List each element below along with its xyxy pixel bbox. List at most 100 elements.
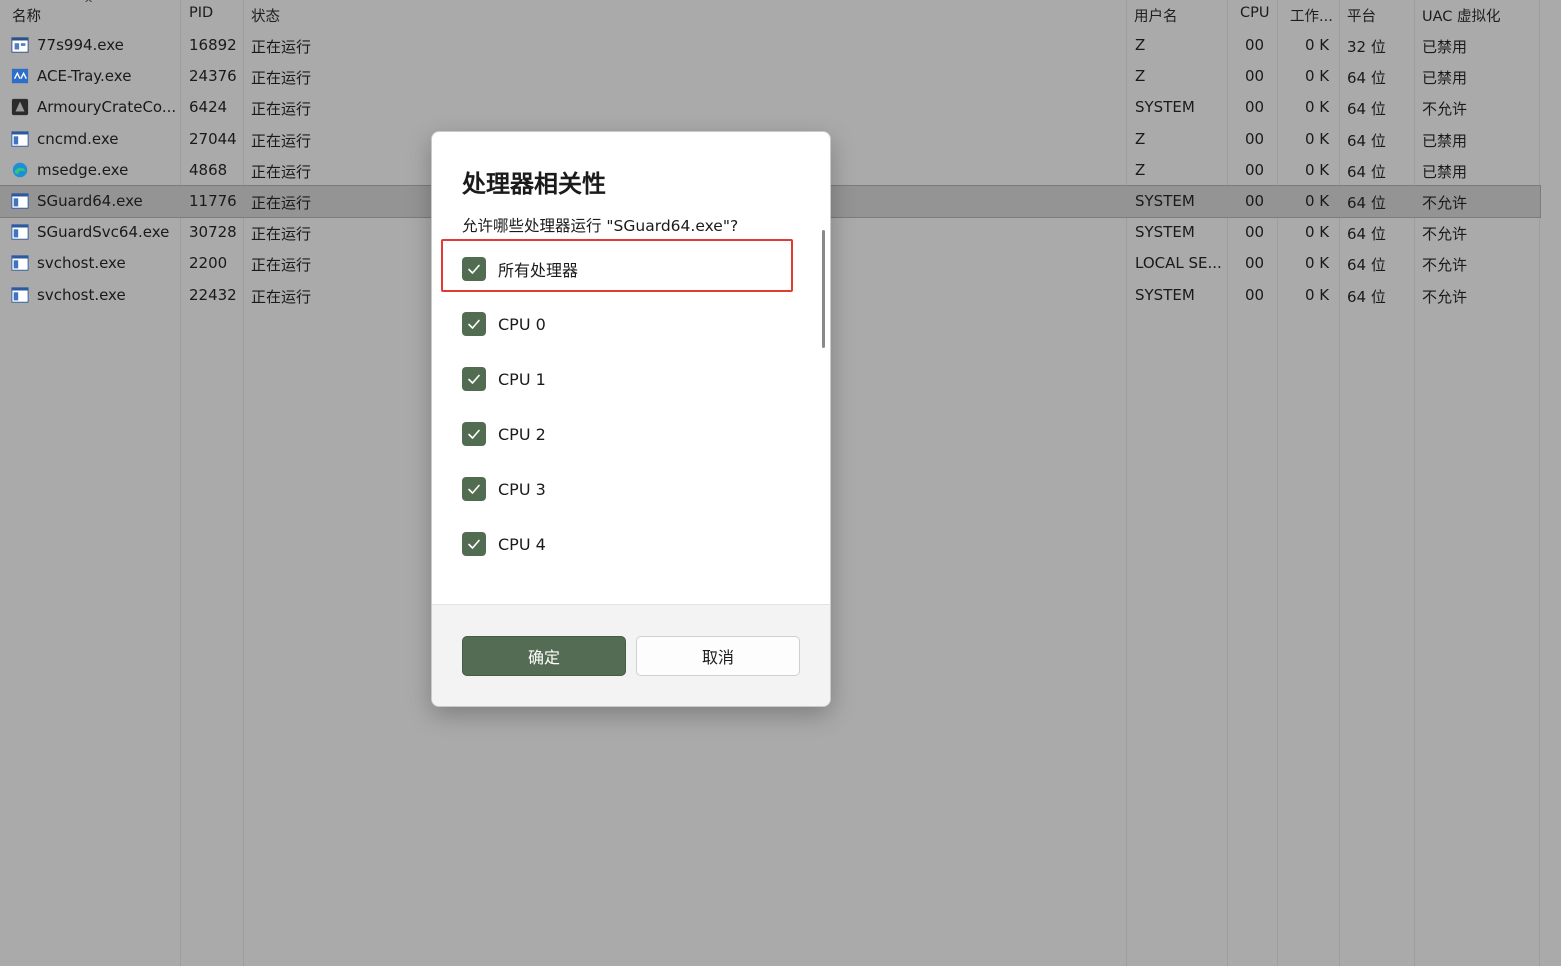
process-platform: 64 位 [1347,194,1386,212]
process-working-set: 0 K [1305,286,1330,304]
column-header-cpu[interactable]: CPU [1240,5,1269,21]
process-platform: 64 位 [1347,288,1386,306]
process-cpu: 00 [1245,130,1265,148]
process-working-set: 0 K [1305,223,1330,241]
ok-button[interactable]: 确定 [462,636,626,676]
cpu-checkbox[interactable]: CPU 0 [462,309,546,339]
checkmark-icon[interactable] [462,367,486,391]
process-working-set: 0 K [1305,192,1330,210]
process-cpu: 00 [1245,36,1265,54]
edge-icon [10,161,30,179]
checkmark-icon[interactable] [462,532,486,556]
process-user: SYSTEM [1135,286,1195,304]
process-status: 正在运行 [251,38,312,56]
checkbox-label: CPU 1 [498,369,546,389]
cancel-button[interactable]: 取消 [636,636,800,676]
window-icon [10,254,30,272]
process-pid: 4868 [189,161,228,179]
checkmark-icon[interactable] [462,312,486,336]
process-working-set: 0 K [1305,254,1330,272]
column-header-platform[interactable]: 平台 [1347,5,1376,26]
process-user: SYSTEM [1135,192,1195,210]
window-icon [10,286,30,304]
checkbox-label: 所有处理器 [498,261,579,280]
checkbox-label: CPU 0 [498,314,546,334]
checkmark-icon[interactable] [462,477,486,501]
process-user: Z [1135,67,1146,85]
process-user: Z [1135,36,1146,54]
process-user: Z [1135,161,1146,179]
column-header-pid[interactable]: PID [189,5,213,21]
app-window-icon [10,36,30,54]
process-status: 正在运行 [251,69,312,87]
column-header-working-set[interactable]: 工作... [1290,5,1333,26]
process-working-set: 0 K [1305,67,1330,85]
process-cpu: 00 [1245,286,1265,304]
process-name: ACE-Tray.exe [37,67,132,85]
process-pid: 24376 [189,67,237,85]
column-header-status[interactable]: 状态 [251,5,280,26]
process-user: SYSTEM [1135,223,1195,241]
process-uac: 不允许 [1422,100,1468,118]
cpu-checkbox[interactable]: CPU 2 [462,419,546,449]
process-name: msedge.exe [37,161,129,179]
process-cpu: 00 [1245,161,1265,179]
process-status: 正在运行 [251,100,312,118]
process-platform: 64 位 [1347,69,1386,87]
process-working-set: 0 K [1305,36,1330,54]
process-cpu: 00 [1245,98,1265,116]
table-row[interactable]: 77s994.exe 16892 正在运行 Z 00 0 K 32 位 已禁用 [0,30,1540,61]
process-name: svchost.exe [37,286,126,304]
window-icon [10,223,30,241]
process-name: cncmd.exe [37,130,119,148]
process-status: 正在运行 [251,256,312,274]
column-header-name[interactable]: 名称 [12,5,41,26]
process-platform: 64 位 [1347,256,1386,274]
process-name: svchost.exe [37,254,126,272]
armoury-crate-icon [10,98,30,116]
process-platform: 64 位 [1347,163,1386,181]
process-pid: 30728 [189,223,237,241]
process-platform: 64 位 [1347,100,1386,118]
process-cpu: 00 [1245,223,1265,241]
process-platform: 64 位 [1347,132,1386,150]
process-uac: 不允许 [1422,288,1468,306]
process-pid: 22432 [189,286,237,304]
process-status: 正在运行 [251,288,312,306]
table-header: ^ 名称 PID 状态 用户名 CPU 工作... 平台 UAC 虚拟化 [0,0,1561,30]
process-status: 正在运行 [251,194,312,212]
process-pid: 2200 [189,254,228,272]
column-header-uac[interactable]: UAC 虚拟化 [1422,5,1501,26]
column-header-user[interactable]: 用户名 [1134,5,1178,26]
process-name: ArmouryCrateCo... [37,98,177,116]
process-pid: 11776 [189,192,237,210]
process-name: SGuardSvc64.exe [37,223,170,241]
ace-icon [10,67,30,85]
process-user: Z [1135,130,1146,148]
checkmark-icon[interactable] [462,257,486,281]
process-platform: 32 位 [1347,38,1386,56]
cpu-checkbox[interactable]: CPU 3 [462,474,546,504]
process-uac: 已禁用 [1422,163,1468,181]
process-working-set: 0 K [1305,130,1330,148]
checkmark-icon[interactable] [462,422,486,446]
dialog-footer: 确定 取消 [432,604,830,706]
cpu-checkbox[interactable]: CPU 4 [462,529,546,559]
process-uac: 已禁用 [1422,132,1468,150]
process-user: SYSTEM [1135,98,1195,116]
process-pid: 16892 [189,36,237,54]
all-processors-checkbox[interactable]: 所有处理器 [462,254,578,284]
dialog-scrollbar[interactable] [822,230,825,348]
process-pid: 27044 [189,130,237,148]
checkbox-label: CPU 3 [498,479,546,499]
table-row[interactable]: ACE-Tray.exe 24376 正在运行 Z 00 0 K 64 位 已禁用 [0,61,1540,92]
window-icon [10,192,30,210]
process-cpu: 00 [1245,192,1265,210]
process-uac: 不允许 [1422,225,1468,243]
checkbox-label: CPU 2 [498,424,546,444]
processor-affinity-dialog: 处理器相关性 允许哪些处理器运行 "SGuard64.exe"? 所有处理器 CP… [431,131,831,707]
process-name: SGuard64.exe [37,192,143,210]
cpu-checkbox[interactable]: CPU 1 [462,364,546,394]
dialog-title: 处理器相关性 [462,170,606,198]
table-row[interactable]: ArmouryCrateCo... 6424 正在运行 SYSTEM 00 0 K 64 位… [0,92,1540,123]
